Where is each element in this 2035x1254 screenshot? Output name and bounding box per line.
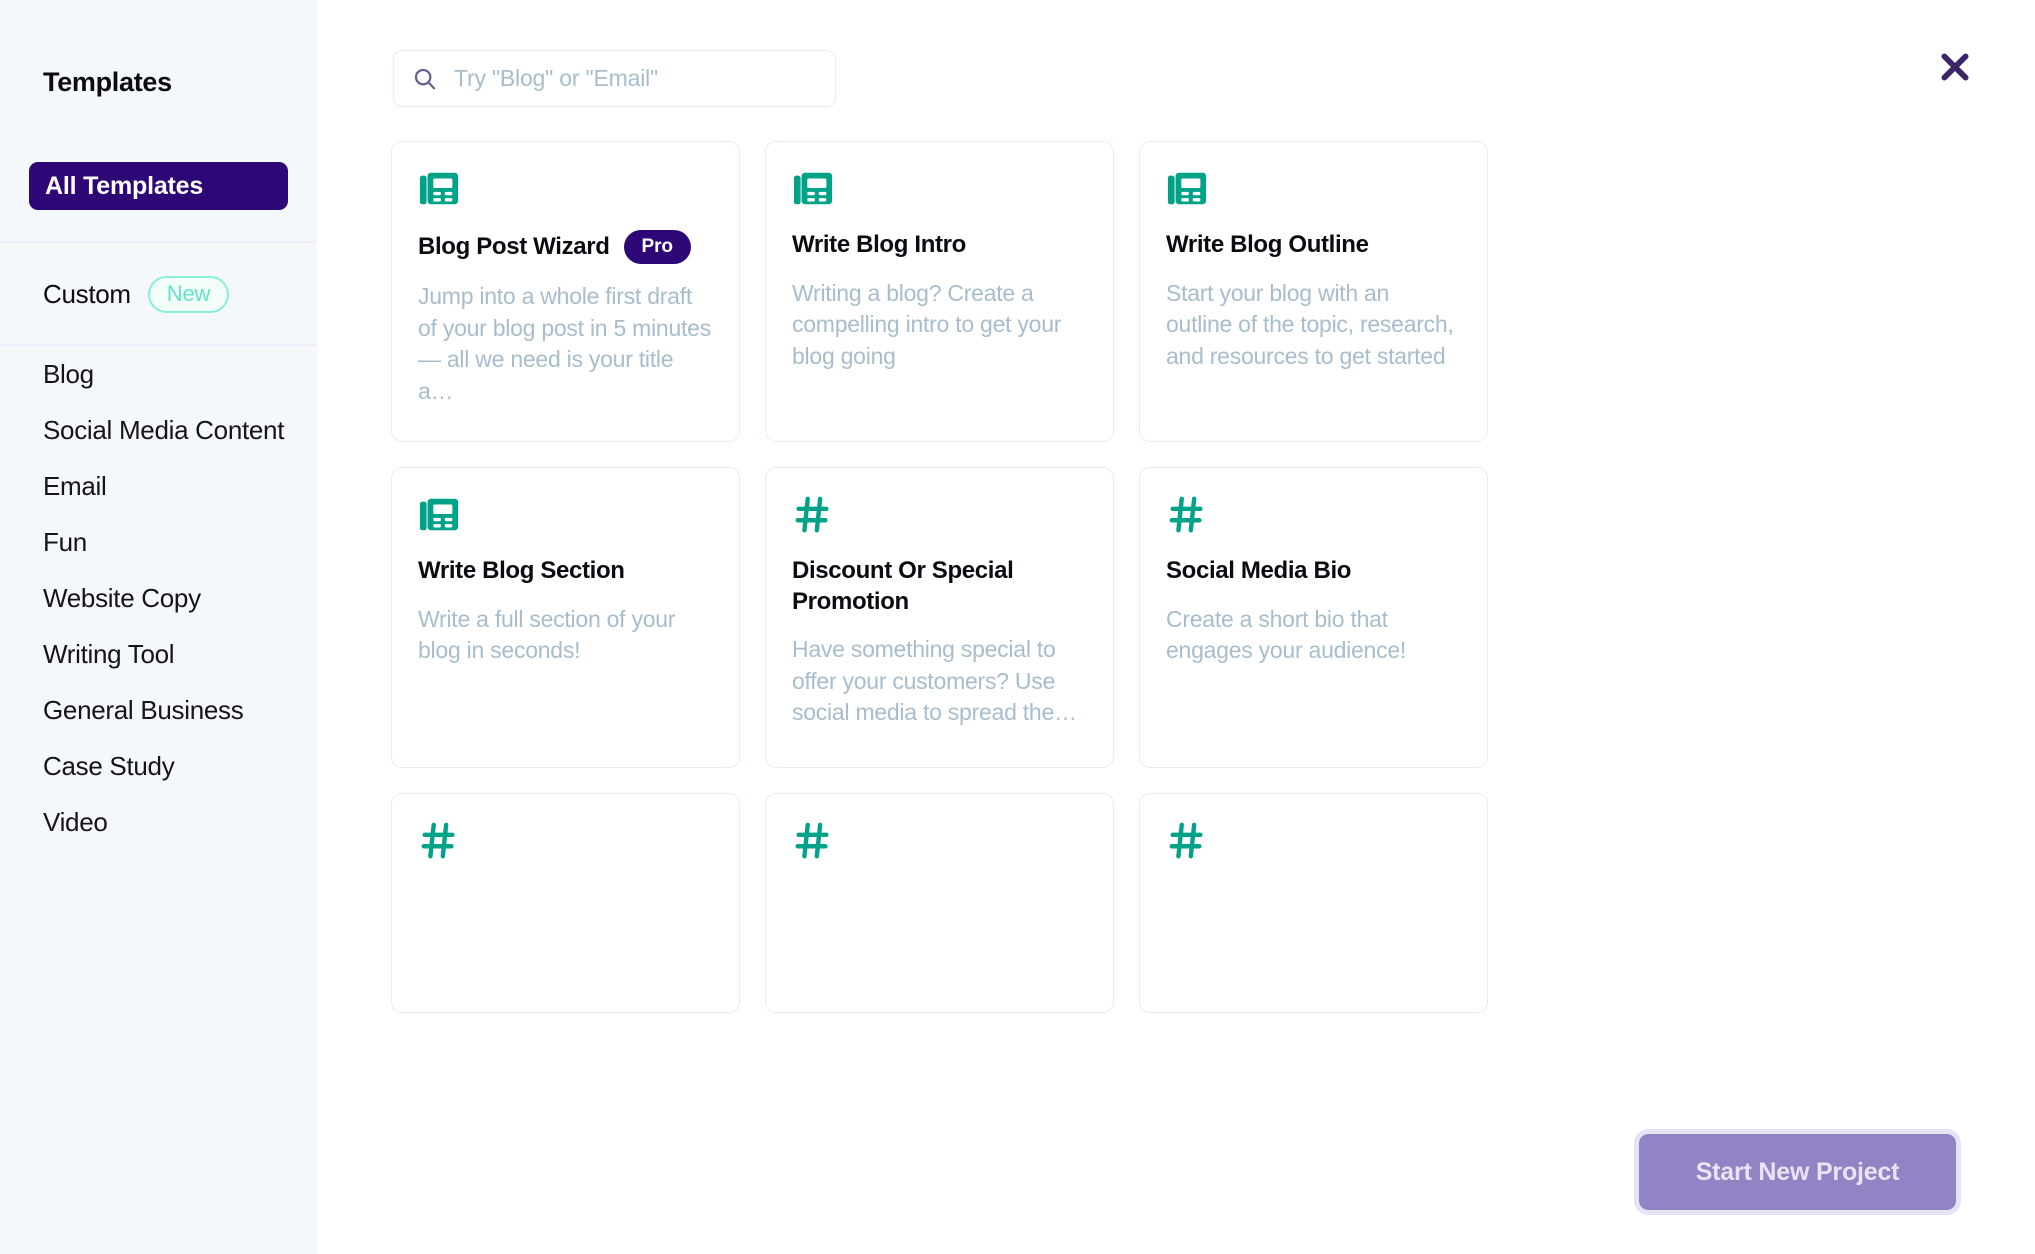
sidebar-item-case-study[interactable]: Case Study <box>0 738 317 794</box>
main-content: Blog Post Wizard Pro Jump into a whole f… <box>317 0 2035 1254</box>
hashtag-icon <box>1169 496 1203 533</box>
template-card[interactable] <box>391 793 740 1013</box>
close-icon <box>1941 53 1969 81</box>
card-title: Write Blog Intro <box>792 231 966 258</box>
newspaper-icon <box>419 498 459 531</box>
sidebar-item-video[interactable]: Video <box>0 794 317 850</box>
newspaper-icon <box>1167 172 1207 205</box>
sidebar-item-blog[interactable]: Blog <box>0 346 317 402</box>
sidebar-item-website-copy[interactable]: Website Copy <box>0 570 317 626</box>
card-title: Write Blog Outline <box>1166 231 1369 258</box>
newspaper-icon <box>419 172 459 205</box>
template-card[interactable] <box>765 793 1114 1013</box>
template-card[interactable] <box>1139 793 1488 1013</box>
close-button[interactable] <box>1932 44 1978 90</box>
sidebar-item-email[interactable]: Email <box>0 458 317 514</box>
page-title: Templates <box>43 67 172 97</box>
sidebar-item-custom-label: Custom <box>43 279 131 309</box>
sidebar-item-custom[interactable]: Custom New <box>0 243 317 313</box>
search-icon <box>414 68 436 89</box>
card-title-row: Write Blog Section <box>418 556 713 587</box>
template-card[interactable]: Write Blog Section Write a full section … <box>391 467 740 768</box>
search-wrap <box>393 50 836 107</box>
hashtag-icon <box>1169 822 1203 859</box>
hashtag-icon <box>795 496 829 533</box>
card-title-row: Blog Post Wizard Pro <box>418 230 713 264</box>
template-grid: Blog Post Wizard Pro Jump into a whole f… <box>391 141 2035 1013</box>
start-new-project-button[interactable]: Start New Project <box>1634 1129 1961 1215</box>
card-title-row: Write Blog Outline <box>1166 230 1461 261</box>
new-badge: New <box>147 276 230 313</box>
search-box[interactable] <box>393 50 836 107</box>
hashtag-icon <box>795 822 829 859</box>
card-description: Create a short bio that engages your aud… <box>1166 605 1407 664</box>
sidebar-nav: Blog Social Media Content Email Fun Webs… <box>0 313 317 850</box>
card-description: Writing a blog? Create a compelling intr… <box>792 279 1062 369</box>
template-card[interactable]: Write Blog Intro Writing a blog? Create … <box>765 141 1114 442</box>
templates-modal: Templates All Templates Custom New Blog … <box>0 0 2035 1254</box>
all-templates-wrap: All Templates <box>0 98 317 210</box>
card-title-row: Write Blog Intro <box>792 230 1087 261</box>
card-description: Write a full section of your blog in sec… <box>418 605 676 664</box>
hashtag-icon <box>421 822 455 859</box>
card-description: Have something special to offer your cus… <box>792 636 1077 726</box>
card-title: Social Media Bio <box>1166 557 1352 584</box>
cta-wrap: Start New Project <box>1634 1129 1961 1215</box>
sidebar-item-social-media-content[interactable]: Social Media Content <box>0 402 317 458</box>
card-title: Discount Or Special Promotion <box>792 557 1014 615</box>
card-description: Start your blog with an outline of the t… <box>1166 279 1454 369</box>
sidebar-item-all-templates[interactable]: All Templates <box>29 162 288 210</box>
card-title-row: Social Media Bio <box>1166 556 1461 587</box>
newspaper-icon <box>793 172 833 205</box>
sidebar-item-fun[interactable]: Fun <box>0 514 317 570</box>
search-input[interactable] <box>454 65 804 92</box>
sidebar-item-general-business[interactable]: General Business <box>0 682 317 738</box>
pro-badge: Pro <box>623 230 691 264</box>
template-card[interactable]: Write Blog Outline Start your blog with … <box>1139 141 1488 442</box>
template-card[interactable]: Blog Post Wizard Pro Jump into a whole f… <box>391 141 740 442</box>
card-title-row: Discount Or Special Promotion <box>792 556 1087 617</box>
template-card[interactable]: Discount Or Special Promotion Have somet… <box>765 467 1114 768</box>
card-description: Jump into a whole first draft of your bl… <box>418 283 711 404</box>
sidebar: Templates All Templates Custom New Blog … <box>0 0 317 1254</box>
template-card[interactable]: Social Media Bio Create a short bio that… <box>1139 467 1488 768</box>
card-title: Blog Post Wizard <box>418 232 610 260</box>
card-title: Write Blog Section <box>418 557 625 584</box>
sidebar-item-writing-tool[interactable]: Writing Tool <box>0 626 317 682</box>
